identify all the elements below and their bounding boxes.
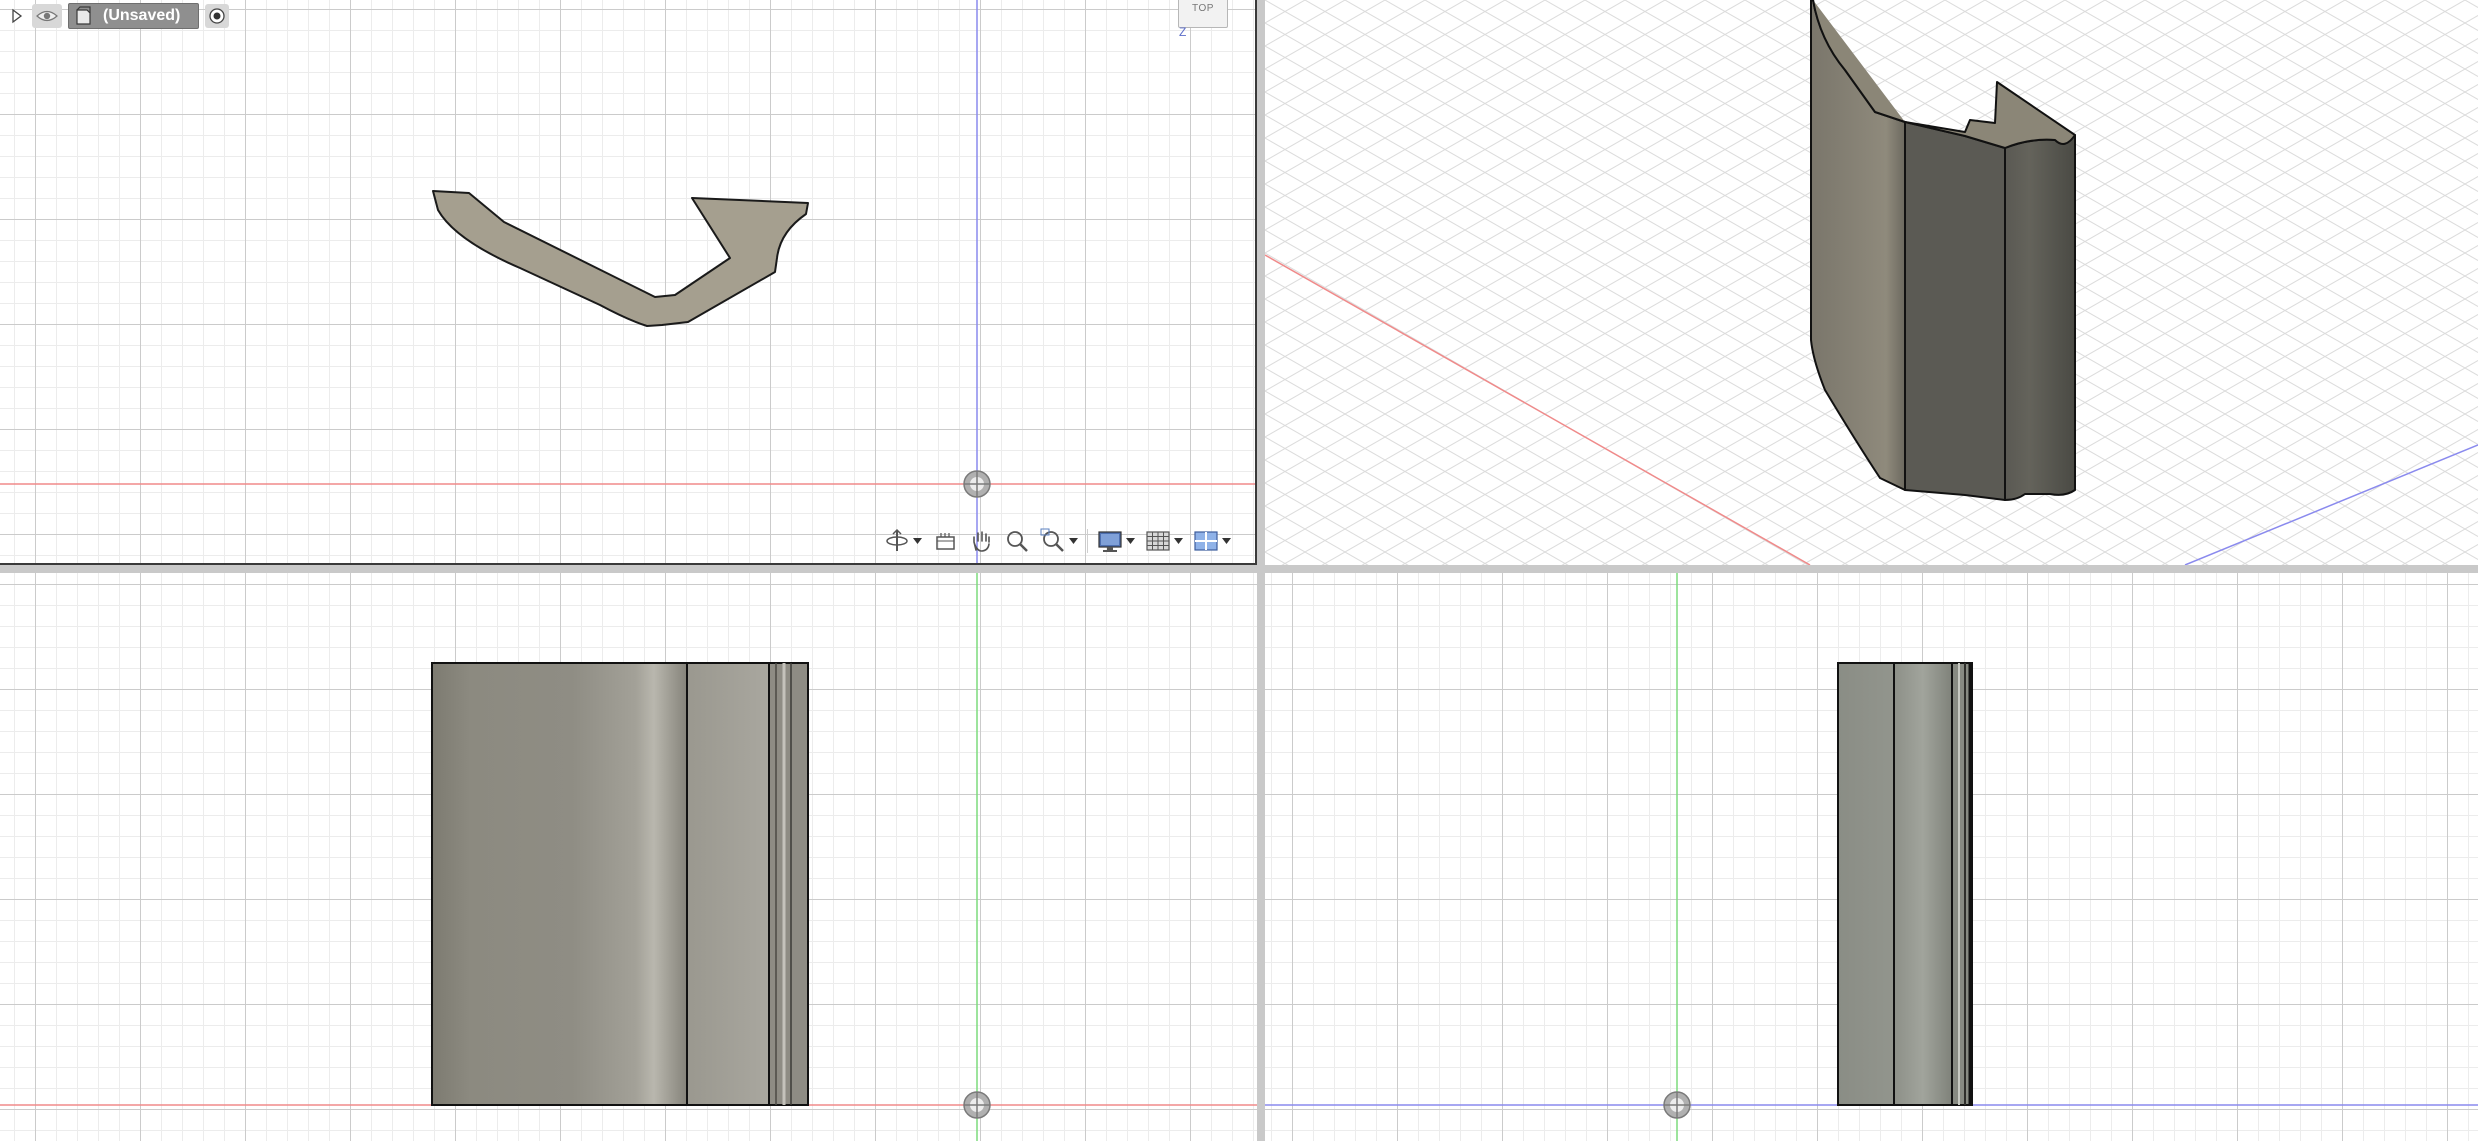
origin-marker[interactable] (963, 1091, 991, 1119)
top-viewport[interactable]: (Unsaved) TOP Z (0, 0, 1257, 565)
front-viewport[interactable] (0, 573, 1257, 1141)
browser-bar: (Unsaved) (8, 3, 230, 29)
viewports-button[interactable] (1189, 526, 1235, 556)
component-icon (73, 6, 93, 26)
zoom-icon (1007, 531, 1028, 552)
profile-shape-top[interactable] (432, 190, 809, 327)
orbit-button[interactable] (880, 526, 926, 556)
navigation-toolbar (880, 524, 1235, 558)
chevron-down-icon (1222, 538, 1231, 544)
zoom-window-button[interactable] (1036, 526, 1082, 556)
perspective-viewport[interactable] (1265, 0, 2478, 565)
display-settings-button[interactable] (1093, 526, 1139, 556)
toolbar-separator (1087, 529, 1088, 553)
look-at-button[interactable] (928, 526, 962, 556)
viewports-icon (1194, 531, 1218, 551)
origin-marker[interactable] (1663, 1091, 1691, 1119)
viewcube-face-label: TOP (1192, 3, 1214, 14)
top-view-canvas[interactable] (0, 0, 1257, 565)
pan-hand-icon (973, 531, 990, 552)
look-at-icon (936, 533, 955, 550)
chevron-down-icon (1126, 538, 1135, 544)
viewcube-axis-label: Z (1179, 25, 1187, 39)
chevron-down-icon (1069, 538, 1078, 544)
chevron-down-icon (1174, 538, 1183, 544)
front-view-canvas[interactable] (0, 573, 1257, 1141)
display-settings-icon (1098, 531, 1122, 552)
grid-snap-button[interactable] (1141, 526, 1187, 556)
perspective-view-canvas[interactable] (1265, 0, 2478, 565)
right-view-canvas[interactable] (1265, 573, 2478, 1141)
origin-marker[interactable] (963, 470, 991, 498)
radio-dot-icon[interactable] (205, 4, 230, 28)
document-node[interactable]: (Unsaved) (68, 3, 200, 29)
grid-snap-icon (1146, 531, 1170, 551)
document-name: (Unsaved) (103, 7, 181, 24)
right-viewport[interactable] (1265, 573, 2478, 1141)
extruded-right-body[interactable] (1837, 662, 1973, 1106)
triangle-right-icon[interactable] (8, 6, 26, 26)
pan-button[interactable] (964, 526, 998, 556)
chevron-down-icon (913, 538, 922, 544)
viewcube[interactable]: TOP (1178, 0, 1228, 28)
eye-icon[interactable] (32, 4, 62, 28)
zoom-window-icon (1040, 528, 1064, 552)
orbit-icon (886, 528, 908, 551)
zoom-button[interactable] (1000, 526, 1034, 556)
extruded-front-body[interactable] (431, 662, 809, 1106)
